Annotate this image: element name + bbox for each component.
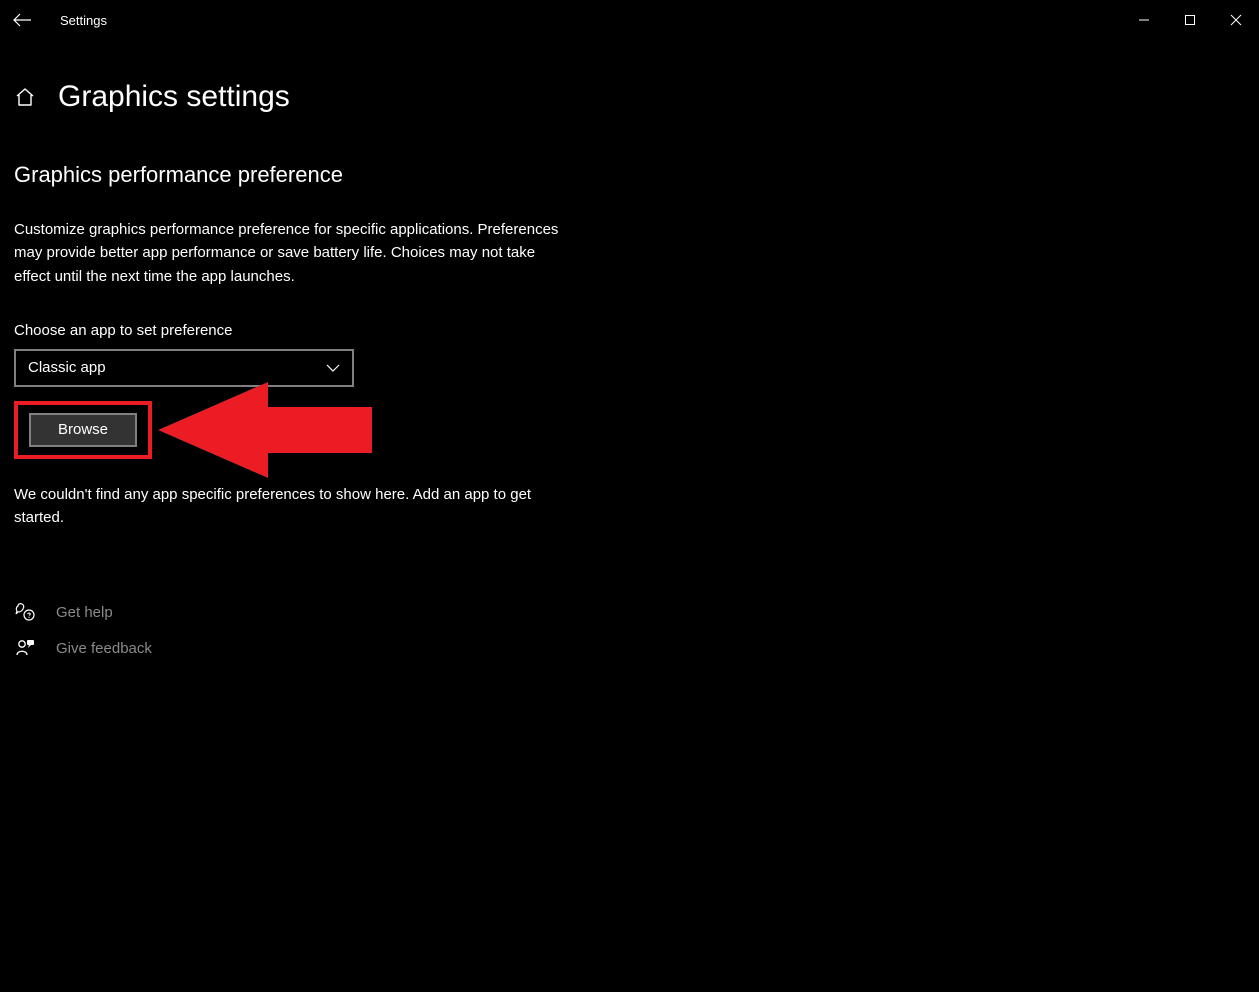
section-description: Customize graphics performance preferenc… [14,218,574,288]
window-controls [1121,0,1259,40]
get-help-label: Get help [56,604,113,621]
maximize-button[interactable] [1167,0,1213,40]
give-feedback-link[interactable]: Give feedback [14,637,1243,659]
give-feedback-label: Give feedback [56,640,152,657]
chevron-down-icon [326,359,340,377]
home-icon [15,87,35,107]
empty-state-text: We couldn't find any app specific prefer… [14,483,574,530]
dropdown-value: Classic app [28,359,106,376]
page-title: Graphics settings [58,80,290,114]
titlebar: Settings [0,0,1259,40]
maximize-icon [1184,14,1196,26]
browse-button-label: Browse [58,421,108,438]
minimize-icon [1138,14,1150,26]
browse-highlight: Browse [14,401,152,459]
arrow-left-icon [13,13,31,27]
get-help-link[interactable]: Get help [14,601,1243,623]
page-header: Graphics settings [14,80,1243,114]
home-button[interactable] [14,86,36,108]
choose-app-label: Choose an app to set preference [14,322,1243,339]
close-icon [1230,14,1242,26]
app-type-dropdown[interactable]: Classic app [14,349,354,387]
feedback-icon [14,637,36,659]
minimize-button[interactable] [1121,0,1167,40]
close-button[interactable] [1213,0,1259,40]
annotation-arrow-icon [158,382,372,478]
back-button[interactable] [12,10,32,30]
window-title: Settings [60,13,107,28]
section-heading: Graphics performance preference [14,162,1243,188]
browse-button[interactable]: Browse [29,413,137,447]
help-icon [14,601,36,623]
